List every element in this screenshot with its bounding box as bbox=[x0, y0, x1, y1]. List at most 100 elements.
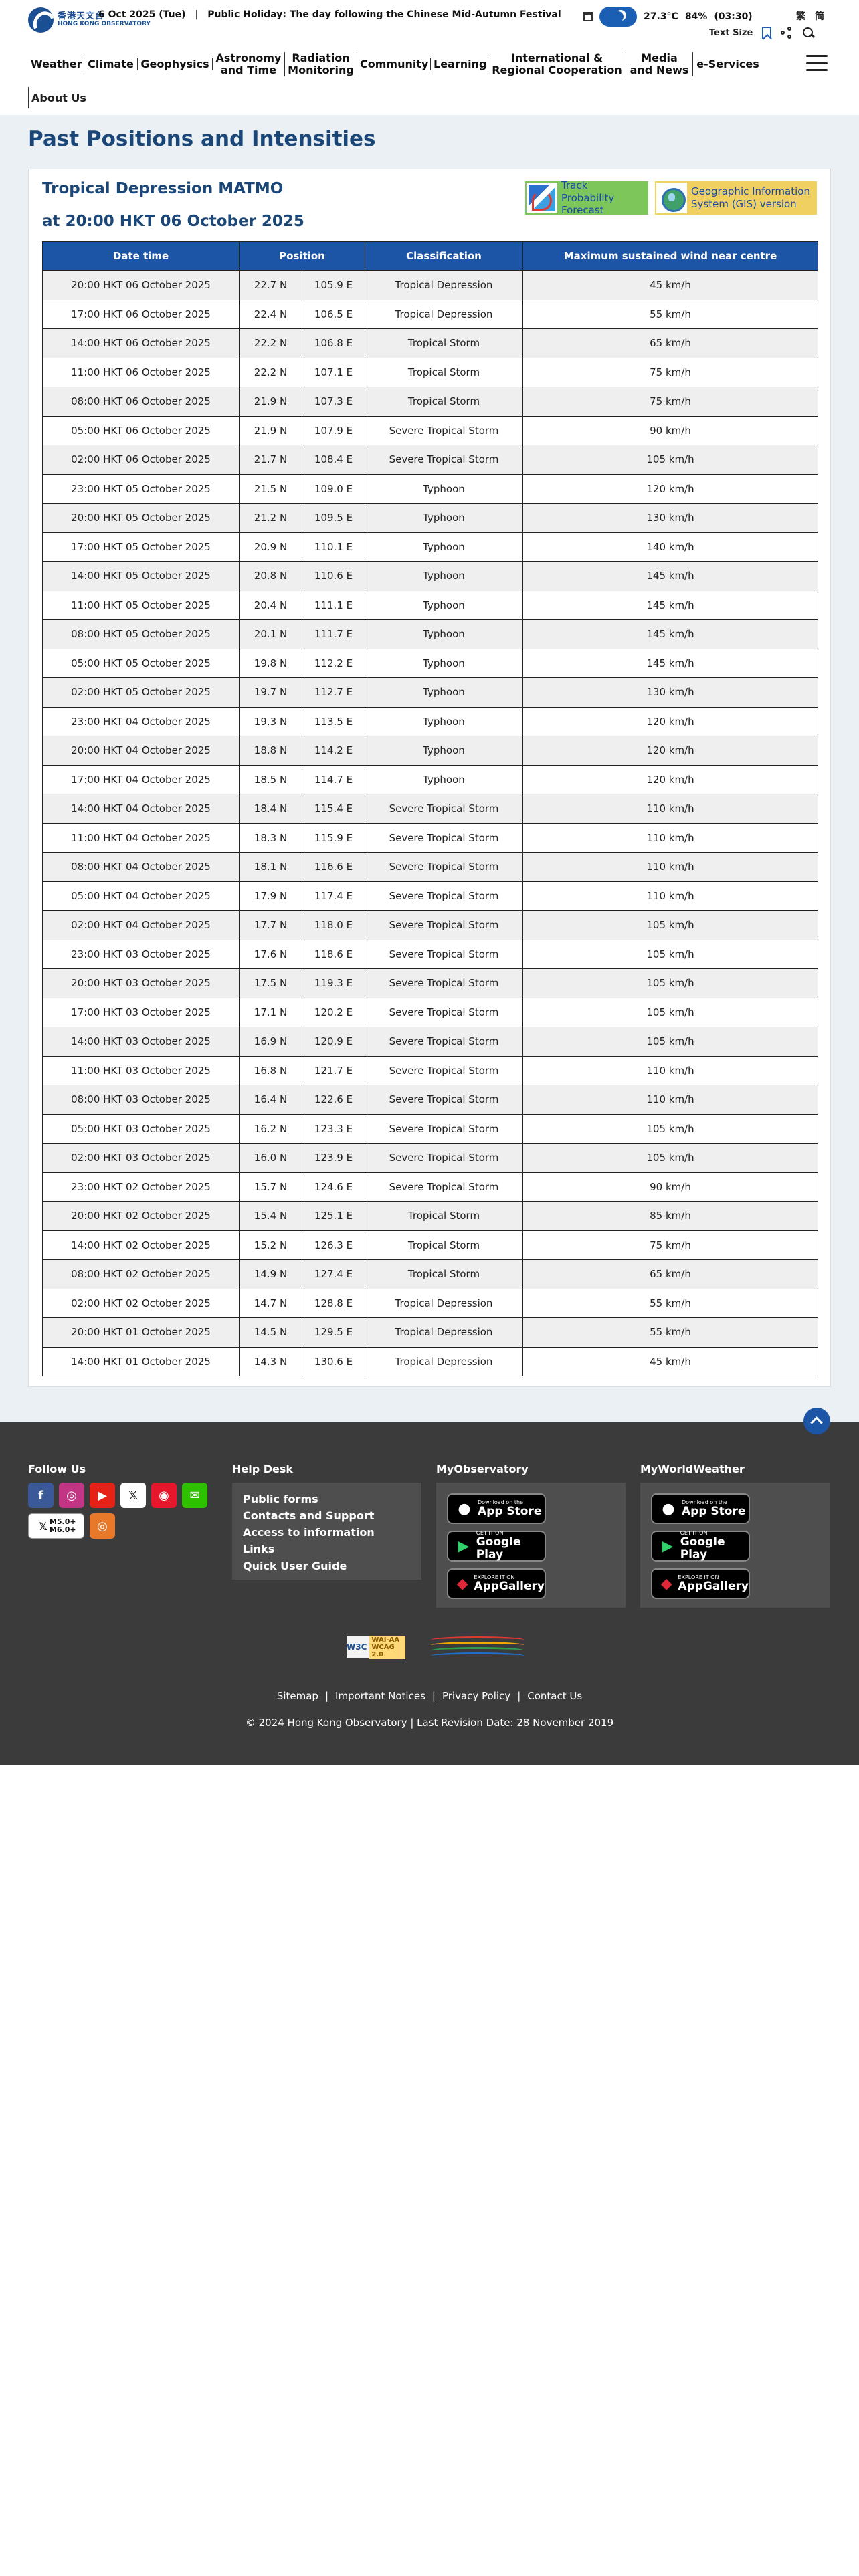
text-size-button[interactable]: Text Size bbox=[709, 28, 753, 38]
brand-hong-kong-logo[interactable] bbox=[431, 1630, 524, 1665]
nav-weather[interactable]: Weather bbox=[28, 58, 84, 70]
moon-weather-icon[interactable] bbox=[599, 7, 637, 27]
cell-longitude: 108.4 E bbox=[302, 445, 365, 475]
bookmark-icon[interactable] bbox=[762, 27, 772, 39]
cell-classification: Severe Tropical Storm bbox=[365, 852, 523, 882]
cell-date-time: 08:00 HKT 02 October 2025 bbox=[42, 1259, 240, 1289]
hamburger-menu-icon[interactable] bbox=[806, 55, 828, 71]
cell-latitude: 22.2 N bbox=[239, 357, 302, 387]
share-icon[interactable] bbox=[781, 27, 793, 39]
globe-icon bbox=[656, 183, 687, 213]
track-probability-button[interactable]: Track Probability Forecast bbox=[525, 179, 648, 216]
nav-community[interactable]: Community bbox=[357, 58, 431, 70]
nav-international-cooperation[interactable]: International & Regional Cooperation bbox=[488, 52, 626, 76]
cell-latitude: 21.9 N bbox=[239, 387, 302, 417]
nav-e-services[interactable]: e-Services bbox=[693, 58, 763, 70]
cell-longitude: 107.1 E bbox=[302, 357, 365, 387]
cell-date-time: 05:00 HKT 03 October 2025 bbox=[42, 1113, 240, 1144]
cell-date-time: 11:00 HKT 03 October 2025 bbox=[42, 1055, 240, 1085]
cell-classification: Typhoon bbox=[365, 764, 523, 794]
table-row: 20:00 HKT 05 October 2025 21.2 N 109.5 E Ty… bbox=[42, 503, 818, 533]
cell-longitude: 113.5 E bbox=[302, 706, 365, 736]
table-row: 02:00 HKT 04 October 2025 17.7 N 118.0 E Se… bbox=[42, 910, 818, 940]
cell-date-time: 20:00 HKT 01 October 2025 bbox=[42, 1317, 240, 1348]
x-icon[interactable]: 𝕏 bbox=[120, 1483, 146, 1508]
app-gallery-badge[interactable]: ◆ EXPLORE IT ON AppGallery bbox=[447, 1568, 546, 1599]
table-row: 11:00 HKT 05 October 2025 20.4 N 111.1 E Ty… bbox=[42, 590, 818, 620]
footer-link-access-info[interactable]: Access to information bbox=[243, 1524, 421, 1541]
nav-radiation-monitoring[interactable]: Radiation Monitoring bbox=[285, 52, 357, 76]
cell-max-wind: 120 km/h bbox=[522, 473, 818, 504]
cell-classification: Severe Tropical Storm bbox=[365, 997, 523, 1027]
header-position: Position bbox=[239, 241, 365, 271]
hko-logo-icon bbox=[28, 7, 54, 33]
cell-max-wind: 145 km/h bbox=[522, 590, 818, 620]
cell-date-time: 02:00 HKT 06 October 2025 bbox=[42, 445, 240, 475]
youtube-icon[interactable]: ▶ bbox=[90, 1483, 115, 1508]
cell-latitude: 18.5 N bbox=[239, 764, 302, 794]
nav-climate[interactable]: Climate bbox=[84, 58, 138, 70]
cell-classification: Typhoon bbox=[365, 532, 523, 562]
search-icon[interactable] bbox=[802, 27, 814, 39]
cell-classification: Severe Tropical Storm bbox=[365, 968, 523, 998]
lang-traditional[interactable]: 繁 bbox=[796, 9, 805, 23]
facebook-icon[interactable]: f bbox=[28, 1483, 54, 1508]
table-row: 20:00 HKT 04 October 2025 18.8 N 114.2 E Ty… bbox=[42, 736, 818, 766]
footer-link-contacts-support[interactable]: Contacts and Support bbox=[243, 1507, 421, 1524]
cell-longitude: 107.3 E bbox=[302, 387, 365, 417]
calendar-icon[interactable] bbox=[583, 12, 593, 21]
footer-link-links[interactable]: Links bbox=[243, 1541, 421, 1558]
footer-link-sitemap[interactable]: Sitemap bbox=[277, 1690, 318, 1702]
cell-longitude: 111.7 E bbox=[302, 619, 365, 649]
cell-date-time: 02:00 HKT 03 October 2025 bbox=[42, 1143, 240, 1173]
cell-classification: Typhoon bbox=[365, 677, 523, 708]
google-play-badge[interactable]: ▶ GET IT ON Google Play bbox=[447, 1531, 546, 1562]
rss-icon[interactable]: ◎ bbox=[90, 1513, 115, 1539]
page-title: Past Positions and Intensities bbox=[28, 127, 376, 151]
app-store-badge[interactable]: ● Download on the App Store bbox=[447, 1493, 546, 1524]
table-row: 14:00 HKT 06 October 2025 22.2 N 106.8 E Tr… bbox=[42, 328, 818, 358]
cell-classification: Tropical Depression bbox=[365, 1288, 523, 1318]
copyright: © 2024 Hong Kong Observatory | Last Revi… bbox=[245, 1717, 614, 1729]
accessibility-badges: W3C WAI-AA WCAG 2.0 bbox=[347, 1630, 524, 1665]
cell-latitude: 20.1 N bbox=[239, 619, 302, 649]
cell-date-time: 17:00 HKT 03 October 2025 bbox=[42, 997, 240, 1027]
wechat-icon[interactable]: ✉ bbox=[182, 1483, 207, 1508]
footer-link-public-forms[interactable]: Public forms bbox=[243, 1491, 421, 1507]
cell-classification: Tropical Storm bbox=[365, 387, 523, 417]
app-gallery-badge[interactable]: ◆ EXPLORE IT ON AppGallery bbox=[651, 1568, 750, 1599]
weibo-icon[interactable]: ◉ bbox=[151, 1483, 177, 1508]
cell-longitude: 126.3 E bbox=[302, 1230, 365, 1260]
cell-latitude: 18.1 N bbox=[239, 852, 302, 882]
cell-classification: Typhoon bbox=[365, 503, 523, 533]
nav-media-news[interactable]: Media and News bbox=[626, 52, 693, 76]
wcag-badge[interactable]: W3C WAI-AA WCAG 2.0 bbox=[347, 1635, 405, 1659]
nav-learning[interactable]: Learning bbox=[431, 58, 488, 70]
cell-classification: Typhoon bbox=[365, 736, 523, 766]
instagram-icon[interactable]: ◎ bbox=[59, 1483, 84, 1508]
nav-geophysics[interactable]: Geophysics bbox=[138, 58, 213, 70]
footer-link-privacy-policy[interactable]: Privacy Policy bbox=[442, 1690, 510, 1702]
cell-max-wind: 75 km/h bbox=[522, 387, 818, 417]
cell-longitude: 112.7 E bbox=[302, 677, 365, 708]
cell-classification: Tropical Storm bbox=[365, 357, 523, 387]
table-row: 20:00 HKT 06 October 2025 22.7 N 105.9 E Tr… bbox=[42, 270, 818, 300]
gis-version-button[interactable]: Geographic Information System (GIS) vers… bbox=[655, 181, 817, 215]
cell-max-wind: 105 km/h bbox=[522, 1113, 818, 1144]
current-weather[interactable]: 27.3°C 84% (03:30) bbox=[583, 7, 753, 27]
footer-link-contact-us[interactable]: Contact Us bbox=[527, 1690, 582, 1702]
cell-classification: Tropical Storm bbox=[365, 1201, 523, 1231]
nav-about-us[interactable]: About Us bbox=[28, 87, 86, 108]
nav-astronomy-time[interactable]: Astronomy and Time bbox=[213, 52, 285, 76]
footer-links: Sitemap | Important Notices | Privacy Policy… bbox=[276, 1690, 583, 1702]
footer-link-important-notices[interactable]: Important Notices bbox=[335, 1690, 425, 1702]
footer-link-quick-guide[interactable]: Quick User Guide bbox=[243, 1558, 421, 1574]
x-earthquake-icon[interactable]: 𝕏 M5.0+ M6.0+ bbox=[28, 1513, 84, 1539]
back-to-top-icon[interactable] bbox=[803, 1408, 830, 1434]
cell-date-time: 08:00 HKT 06 October 2025 bbox=[42, 387, 240, 417]
lang-simplified[interactable]: 简 bbox=[815, 9, 824, 23]
google-play-badge[interactable]: ▶ GET IT ON Google Play bbox=[651, 1531, 750, 1562]
app-store-badge[interactable]: ● Download on the App Store bbox=[651, 1493, 750, 1524]
cell-max-wind: 105 km/h bbox=[522, 968, 818, 998]
cell-latitude: 17.7 N bbox=[239, 910, 302, 940]
